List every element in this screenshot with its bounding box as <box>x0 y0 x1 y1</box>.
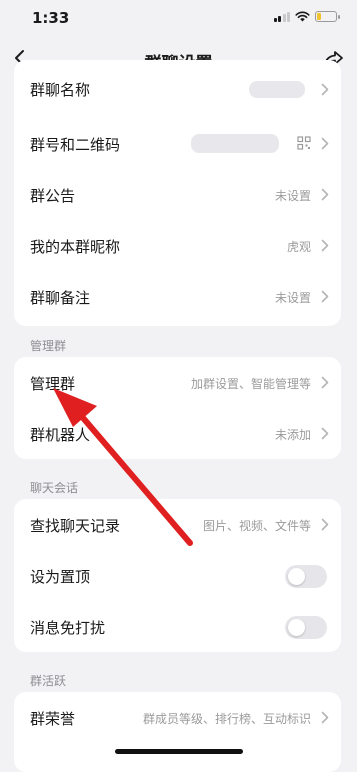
row-value: 未添加 <box>274 428 311 442</box>
do-not-disturb-toggle[interactable] <box>285 616 327 639</box>
row-value: 加群设置、智能管理等 <box>190 377 311 391</box>
pin-to-top-toggle[interactable] <box>285 565 327 588</box>
row-label: 群荣誉 <box>30 710 76 728</box>
qr-code-icon <box>297 136 311 150</box>
row-group-name[interactable]: 群聊名称 <box>14 62 341 118</box>
manage-group-card: 管理群 加群设置、智能管理等 群机器人 未添加 <box>14 357 341 459</box>
row-label: 我的本群昵称 <box>30 238 121 256</box>
row-value: 未设置 <box>274 189 311 203</box>
chevron-right-icon <box>321 239 329 252</box>
row-value: 群成员等级、排行榜、互动标识 <box>142 712 311 726</box>
row-manage-group[interactable]: 管理群 加群设置、智能管理等 <box>14 357 341 408</box>
status-time: 1:33 <box>32 9 70 27</box>
chevron-right-icon <box>321 290 329 303</box>
row-do-not-disturb: 消息免打扰 <box>14 601 341 652</box>
row-label: 群号和二维码 <box>30 136 121 154</box>
row-pin-to-top: 设为置顶 <box>14 550 341 601</box>
toggle-knob <box>288 619 305 636</box>
row-label: 群公告 <box>30 187 76 205</box>
status-bar: 1:33 <box>0 0 357 38</box>
row-label: 群聊名称 <box>30 81 91 99</box>
chevron-right-icon <box>321 188 329 201</box>
status-icons <box>273 11 340 22</box>
section-title-chat: 聊天会话 <box>30 481 79 495</box>
section-title-active: 群活跃 <box>30 674 67 688</box>
chevron-right-icon <box>321 711 329 724</box>
row-value: 虎观 <box>286 240 311 254</box>
row-group-robot[interactable]: 群机器人 未添加 <box>14 408 341 459</box>
row-label: 管理群 <box>30 375 76 393</box>
chat-session-card: 查找聊天记录 图片、视频、文件等 设为置顶 消息免打扰 <box>14 499 341 652</box>
home-indicator <box>115 749 243 754</box>
row-search-chat-history[interactable]: 查找聊天记录 图片、视频、文件等 <box>14 499 341 550</box>
toggle-knob <box>288 568 305 585</box>
row-my-group-nickname[interactable]: 我的本群昵称 虎观 <box>14 220 341 271</box>
wifi-icon <box>295 11 310 22</box>
cellular-signal-icon <box>273 11 290 22</box>
row-group-honor[interactable]: 群荣誉 群成员等级、排行榜、互动标识 <box>14 692 341 743</box>
chevron-right-icon <box>321 427 329 440</box>
row-label: 查找聊天记录 <box>30 517 121 535</box>
group-name-value-blurred <box>249 81 305 98</box>
row-label: 消息免打扰 <box>30 619 106 637</box>
row-value: 图片、视频、文件等 <box>202 519 311 533</box>
chevron-right-icon <box>321 376 329 389</box>
battery-icon <box>315 11 340 22</box>
row-label: 设为置顶 <box>30 568 91 586</box>
row-value: 未设置 <box>274 291 311 305</box>
row-label: 群聊备注 <box>30 289 91 307</box>
row-group-remark[interactable]: 群聊备注 未设置 <box>14 271 341 322</box>
chevron-right-icon <box>321 137 329 150</box>
group-info-card: 群聊名称 群号和二维码 群公告 未设置 我的本群昵称 虎观 群聊备注 未设置 <box>14 60 341 326</box>
group-number-value-blurred <box>191 134 279 153</box>
row-label: 群机器人 <box>30 426 91 444</box>
group-activity-card: 群荣誉 群成员等级、排行榜、互动标识 <box>14 692 341 772</box>
section-title-manage: 管理群 <box>30 339 67 353</box>
chevron-right-icon <box>321 83 329 96</box>
row-group-number-qrcode[interactable]: 群号和二维码 <box>14 118 341 169</box>
row-group-announcement[interactable]: 群公告 未设置 <box>14 169 341 220</box>
chevron-right-icon <box>321 518 329 531</box>
